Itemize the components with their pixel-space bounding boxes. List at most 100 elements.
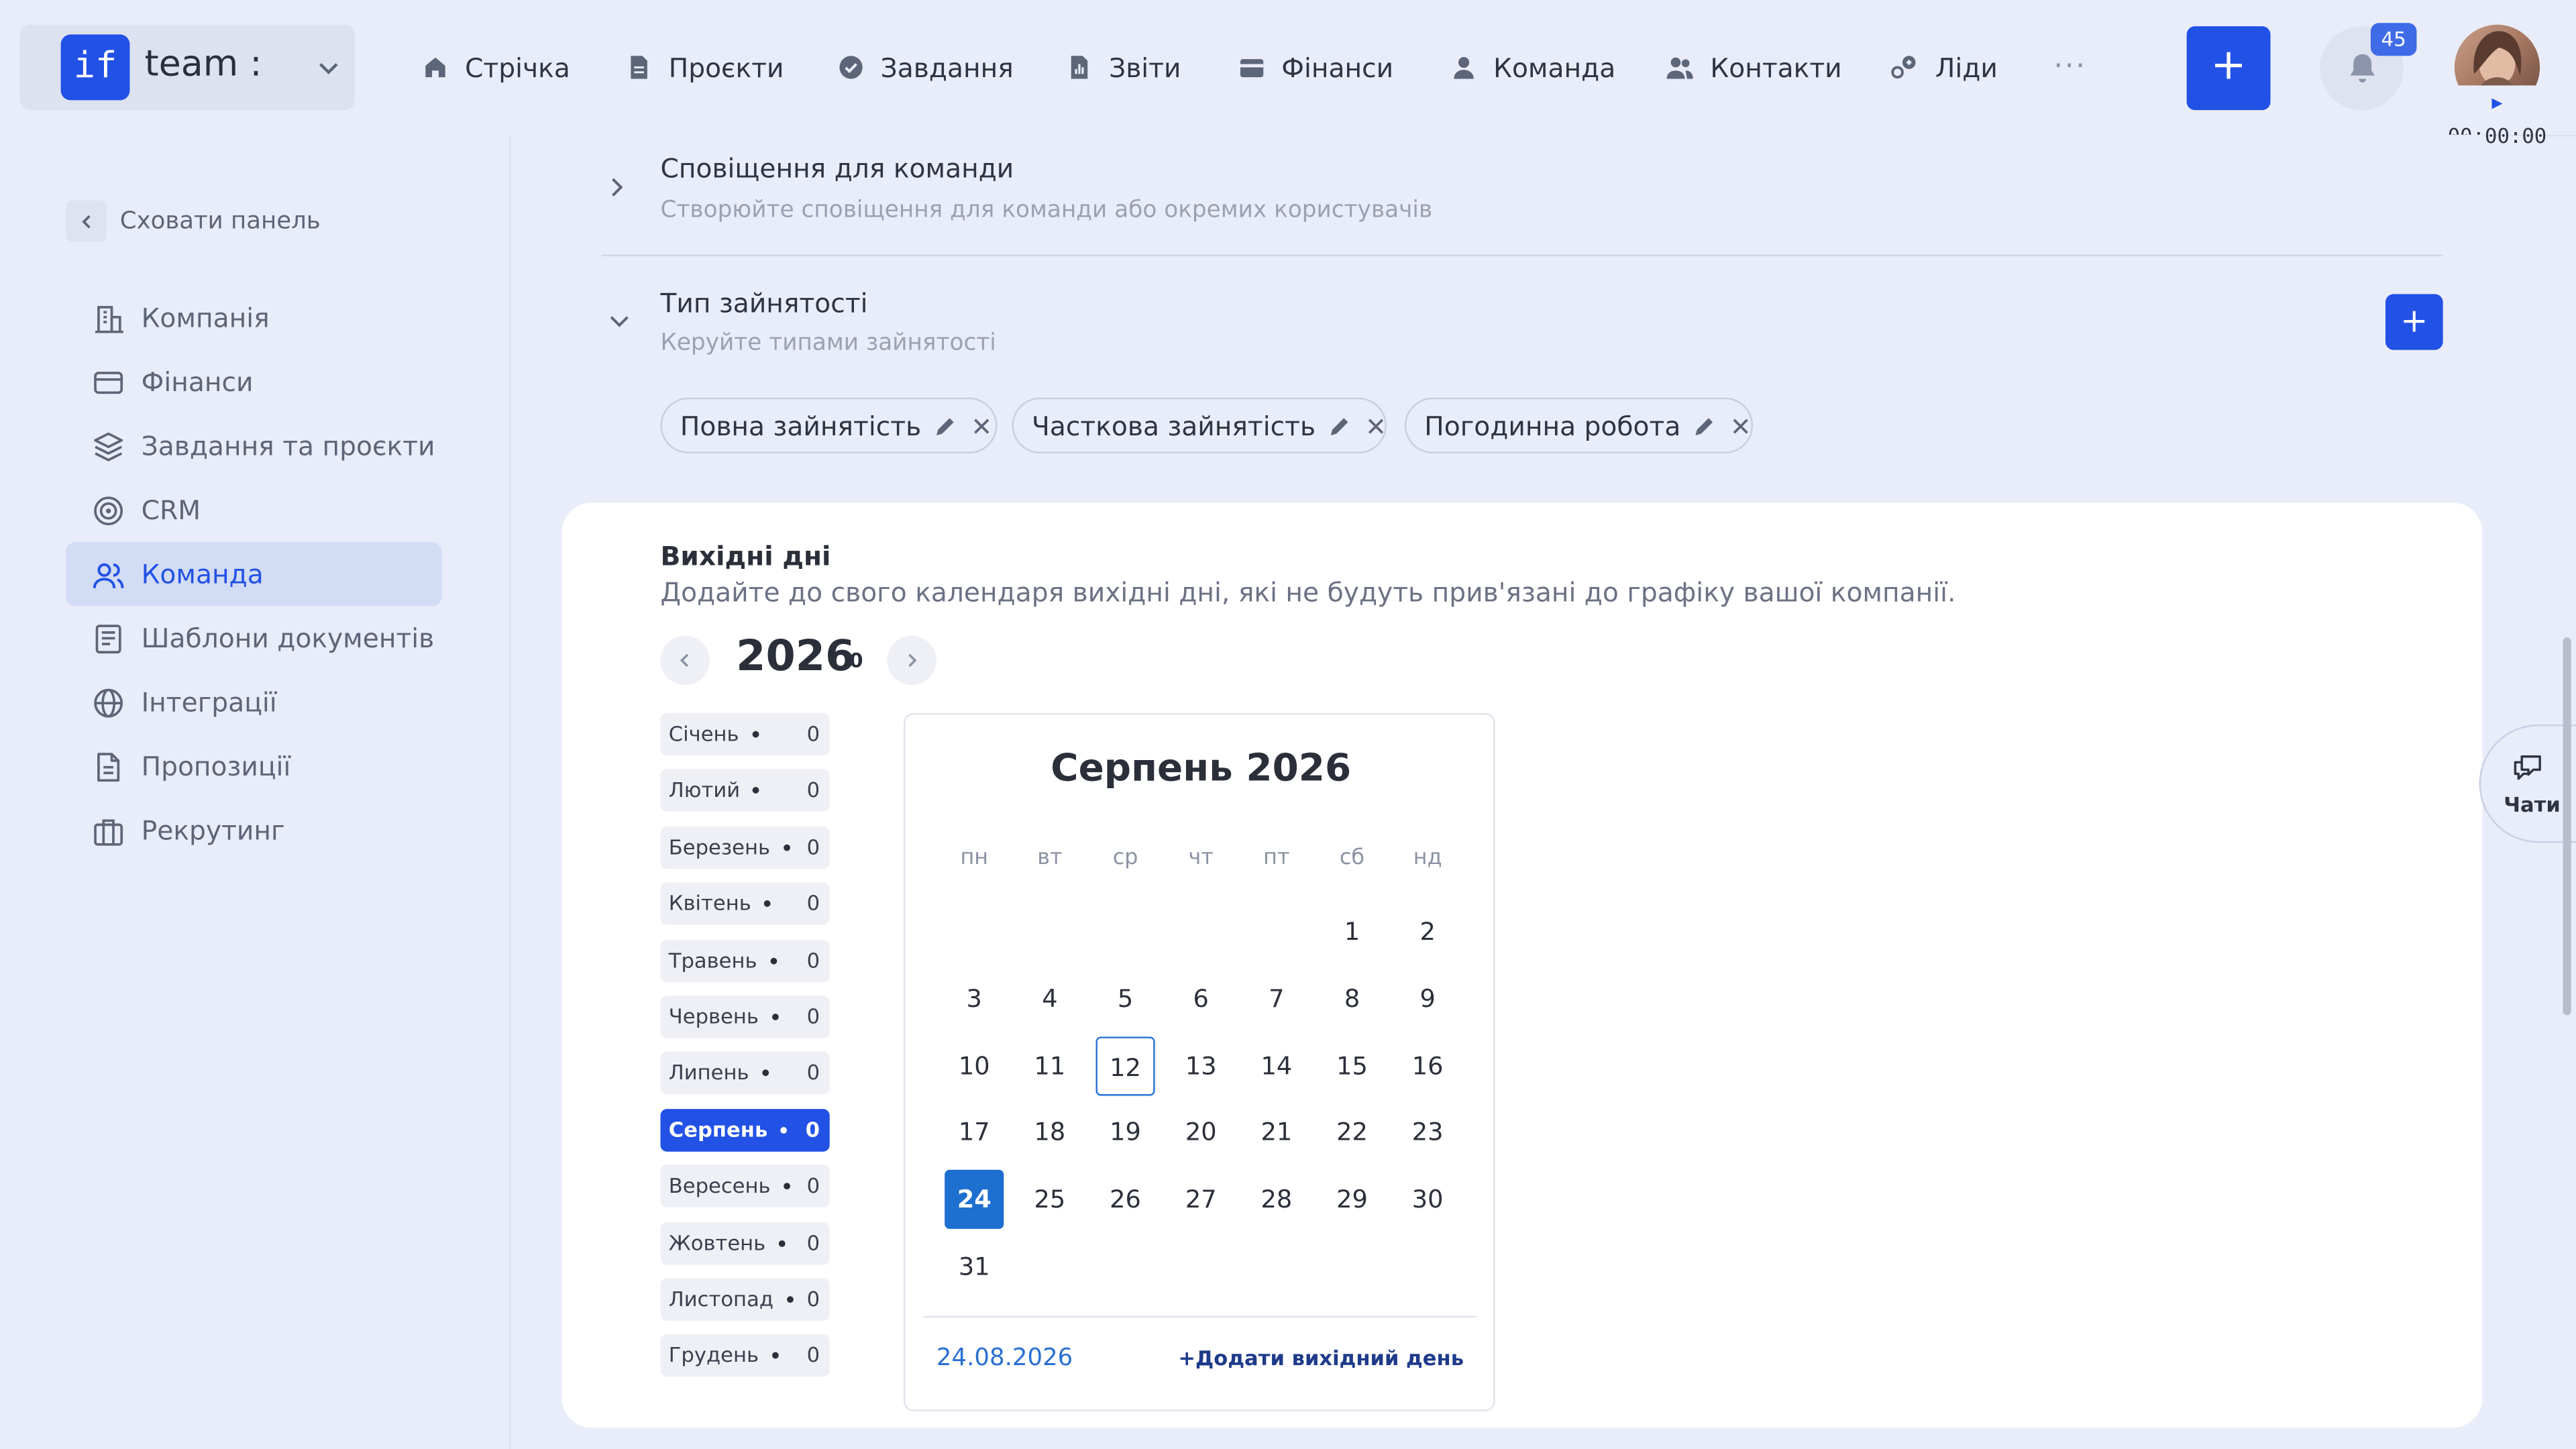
calendar-day[interactable]: 25	[1020, 1170, 1079, 1229]
calendar-day[interactable]: 9	[1398, 969, 1457, 1028]
template-icon	[66, 622, 142, 655]
calendar-day[interactable]: 19	[1095, 1103, 1155, 1162]
prev-year-button[interactable]	[660, 635, 710, 686]
month-name: Грудень	[668, 1342, 759, 1368]
nav-item-team[interactable]: Команда	[1450, 49, 1615, 85]
add-day-off-button[interactable]: +Додати вихідний день	[1178, 1346, 1464, 1371]
calendar-day[interactable]: 30	[1398, 1170, 1457, 1229]
sidebar-item-finance[interactable]: Фінанси	[66, 350, 442, 415]
month-item[interactable]: Жовтень 0	[660, 1222, 830, 1265]
calendar-day[interactable]: 7	[1247, 969, 1306, 1028]
sidebar-item-company[interactable]: Компанія	[66, 286, 442, 350]
calendar-day[interactable]: 15	[1322, 1036, 1381, 1095]
calendar-day[interactable]: 10	[945, 1036, 1004, 1095]
today-day[interactable]: 12	[1095, 1036, 1155, 1095]
month-item[interactable]: Грудень 0	[660, 1334, 830, 1378]
add-employment-type-button[interactable]: +	[2385, 294, 2443, 350]
calendar-day[interactable]: 4	[1020, 969, 1079, 1028]
nav-item-feed[interactable]: Стрічка	[422, 49, 570, 85]
month-item[interactable]: Вересень 0	[660, 1165, 830, 1208]
calendar-day[interactable]: 3	[945, 969, 1004, 1028]
employment-type-chip: Часткова зайнятість	[1012, 397, 1387, 453]
month-name: Вересень	[668, 1173, 771, 1198]
year-days-off-count: 0	[849, 649, 863, 672]
calendar-day[interactable]: 17	[945, 1103, 1004, 1162]
nav-item-reports[interactable]: Звіти	[1066, 49, 1181, 85]
chevron-down-icon	[315, 54, 341, 80]
document-icon	[66, 750, 142, 783]
calendar-day[interactable]: 21	[1247, 1103, 1306, 1162]
remove-x-icon[interactable]	[972, 417, 990, 435]
calendar-day[interactable]: 6	[1171, 969, 1230, 1028]
selected-day[interactable]: 24	[945, 1170, 1004, 1230]
workspace-switcher[interactable]: if team :	[19, 24, 355, 111]
scrollbar-thumb[interactable]	[2563, 637, 2571, 1016]
hide-panel-button[interactable]: Сховати панель	[65, 200, 321, 242]
more-menu-icon[interactable]: ···	[2053, 49, 2086, 83]
nav-item-tasks[interactable]: Завдання	[838, 49, 1014, 85]
sidebar-item-integrations[interactable]: Інтеграції	[66, 670, 442, 735]
time-tracker[interactable]: ▶ 00:00:00	[2438, 85, 2557, 148]
notifications-section-title[interactable]: Сповіщення для команди	[660, 153, 1014, 184]
calendar-day[interactable]: 8	[1322, 969, 1381, 1028]
sidebar-item-team[interactable]: Команда	[65, 542, 442, 606]
calendar-day[interactable]: 20	[1171, 1103, 1230, 1162]
globe-icon	[66, 686, 142, 718]
edit-pencil-icon[interactable]	[934, 415, 956, 436]
calendar-day[interactable]: 16	[1398, 1036, 1457, 1095]
collapse-employment-icon[interactable]	[606, 312, 633, 331]
month-item[interactable]: Квітень 0	[660, 882, 830, 926]
sidebar-item-recruiting[interactable]: Рекрутинг	[66, 798, 442, 863]
month-name: Квітень	[668, 890, 751, 916]
next-year-button[interactable]	[887, 635, 936, 686]
month-item[interactable]: Січень 0	[660, 712, 830, 756]
nav-item-leads[interactable]: Ліди	[1891, 49, 1998, 85]
month-name: Листопад	[668, 1286, 774, 1311]
month-item[interactable]: Лютий 0	[660, 769, 830, 812]
edit-pencil-icon[interactable]	[1329, 415, 1350, 436]
nav-item-contacts[interactable]: Контакти	[1666, 49, 1842, 85]
edit-pencil-icon[interactable]	[1694, 415, 1715, 436]
month-item[interactable]: Листопад 0	[660, 1278, 830, 1321]
calendar-day[interactable]: 29	[1322, 1170, 1381, 1229]
sidebar-item-doc-templates[interactable]: Шаблони документів	[66, 606, 442, 671]
nav-item-label: Фінанси	[1281, 52, 1394, 83]
calendar-day[interactable]: 13	[1171, 1036, 1230, 1095]
calendar-day[interactable]: 5	[1095, 969, 1155, 1028]
calendar-day[interactable]: 11	[1020, 1036, 1079, 1095]
weekday-label: пн	[960, 846, 989, 871]
employment-section-title[interactable]: Тип зайнятості	[660, 288, 867, 319]
sidebar-item-crm[interactable]: CRM	[66, 478, 442, 543]
month-name: Серпень	[668, 1116, 768, 1142]
calendar-day[interactable]: 1	[1322, 902, 1381, 961]
remove-x-icon[interactable]	[1731, 417, 1750, 435]
weekday-label: пт	[1263, 846, 1290, 871]
leads-icon	[1891, 54, 1935, 80]
calendar-day[interactable]: 26	[1095, 1170, 1155, 1229]
calendar-day[interactable]: 31	[945, 1237, 1004, 1296]
calendar-day[interactable]: 28	[1247, 1170, 1306, 1229]
nav-item-finance[interactable]: Фінанси	[1239, 49, 1394, 85]
month-item[interactable]: Червень 0	[660, 996, 830, 1038]
file-icon	[626, 54, 669, 80]
nav-item-projects[interactable]: Проєкти	[626, 49, 784, 85]
calendar-day[interactable]: 27	[1171, 1170, 1230, 1229]
calendar-day[interactable]: 23	[1398, 1103, 1457, 1162]
month-item[interactable]: Серпень 0	[660, 1108, 830, 1152]
month-item[interactable]: Травень 0	[660, 938, 830, 982]
quick-add-button[interactable]: +	[2186, 26, 2271, 111]
month-item[interactable]: Липень 0	[660, 1052, 830, 1095]
remove-x-icon[interactable]	[1366, 417, 1385, 435]
month-dot	[763, 900, 771, 908]
sidebar-item-tasks-projects[interactable]: Завдання та проєкти	[66, 414, 442, 478]
calendar-day[interactable]: 14	[1247, 1036, 1306, 1095]
expand-notifications-icon[interactable]	[608, 174, 627, 201]
month-dot	[784, 1183, 790, 1190]
sidebar-item-proposals[interactable]: Пропозиції	[66, 735, 442, 799]
month-dot	[752, 788, 759, 794]
calendar-day[interactable]: 22	[1322, 1103, 1381, 1162]
calendar-day[interactable]: 2	[1398, 902, 1457, 961]
calendar-day[interactable]: 18	[1020, 1103, 1079, 1162]
month-count: 0	[805, 1116, 820, 1142]
month-item[interactable]: Березень 0	[660, 826, 830, 869]
